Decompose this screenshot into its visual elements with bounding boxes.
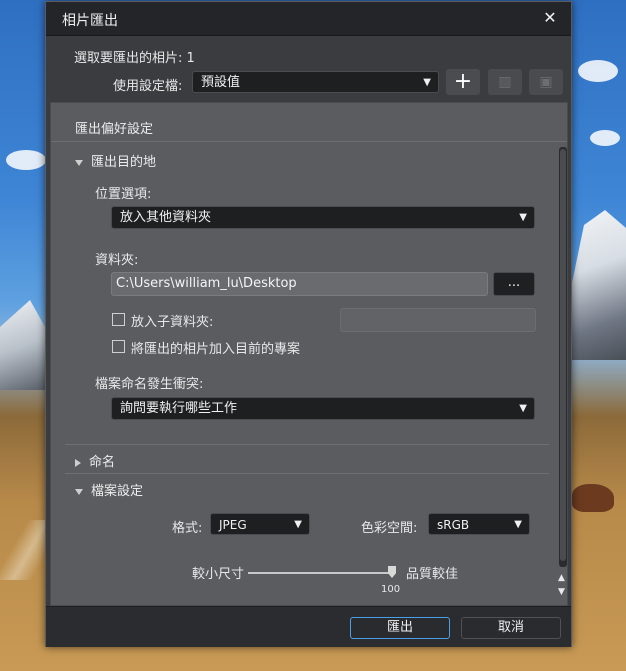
divider	[65, 473, 549, 474]
add-to-project-label: 將匯出的相片加入目前的專案	[131, 342, 301, 357]
preferences-header: 匯出偏好設定	[51, 103, 567, 142]
save-preset-button[interactable]: ▣	[529, 69, 563, 95]
add-to-project-checkbox[interactable]	[112, 340, 125, 353]
export-button[interactable]: 匯出	[350, 617, 450, 639]
scrollbar-thumb[interactable]	[560, 149, 566, 561]
close-icon[interactable]: ✕	[537, 7, 563, 29]
mountain	[0, 300, 50, 390]
preset-label: 使用設定檔:	[113, 79, 183, 94]
expand-icon	[75, 159, 83, 166]
trash-icon: ▥	[498, 74, 512, 90]
format-value: JPEG	[219, 518, 247, 532]
export-preferences-panel: 匯出偏好設定 匯出目的地 位置選項: 放入其他資料夾 ▼ 資料夾: C:\Use…	[50, 102, 568, 606]
preset-area: 選取要匯出的相片: 1 使用設定檔: 預設值 ▼ + ▥ ▣	[46, 36, 571, 100]
add-preset-button[interactable]: +	[446, 69, 480, 95]
collapse-icon	[75, 458, 81, 467]
quality-value: 100	[381, 584, 401, 595]
dialog-footer: 匯出 取消	[46, 606, 571, 647]
chevron-down-icon: ▼	[519, 403, 527, 414]
quality-better-label: 品質較佳	[406, 567, 459, 582]
quality-slider-thumb[interactable]	[388, 566, 396, 578]
location-select[interactable]: 放入其他資料夾 ▼	[111, 206, 535, 229]
browse-button[interactable]: ...	[493, 272, 535, 296]
colorspace-select[interactable]: sRGB ▼	[428, 513, 530, 535]
subfolder-label: 放入子資料夾:	[131, 315, 214, 330]
size-smaller-label: 較小尺寸	[192, 567, 245, 582]
file-settings-title: 檔案設定	[91, 484, 144, 499]
cloud	[6, 150, 46, 170]
section-destination[interactable]: 匯出目的地	[75, 151, 156, 170]
conflict-value: 詢問要執行哪些工作	[120, 401, 238, 416]
cloud	[590, 130, 620, 146]
delete-preset-button[interactable]: ▥	[488, 69, 522, 95]
folder-path-input[interactable]: C:\Users\william_lu\Desktop	[111, 272, 488, 296]
preset-select[interactable]: 預設值 ▼	[192, 71, 439, 93]
quality-slider-track[interactable]	[248, 572, 390, 574]
naming-title: 命名	[89, 455, 116, 470]
destination-title: 匯出目的地	[91, 155, 157, 170]
dialog-title: 相片匯出	[62, 13, 118, 29]
location-label: 位置選項:	[95, 187, 152, 202]
photo-export-dialog: 相片匯出 ✕ 選取要匯出的相片: 1 使用設定檔: 預設值 ▼ + ▥ ▣ 匯出…	[45, 1, 572, 647]
chevron-down-icon: ▼	[519, 212, 527, 223]
scrollbar[interactable]	[559, 147, 567, 567]
section-naming[interactable]: 命名	[75, 451, 115, 470]
conflict-label: 檔案命名發生衝突:	[95, 377, 204, 392]
location-value: 放入其他資料夾	[120, 210, 212, 225]
horse	[572, 484, 614, 512]
conflict-select[interactable]: 詢問要執行哪些工作 ▼	[111, 397, 535, 420]
title-bar: 相片匯出 ✕	[46, 2, 571, 36]
subfolder-input[interactable]	[340, 308, 536, 332]
expand-icon	[75, 488, 83, 495]
cancel-button[interactable]: 取消	[461, 617, 561, 639]
colorspace-value: sRGB	[437, 518, 470, 532]
preset-value: 預設值	[201, 75, 241, 90]
format-select[interactable]: JPEG ▼	[210, 513, 310, 535]
chevron-down-icon: ▼	[294, 519, 302, 530]
colorspace-label: 色彩空間:	[361, 521, 418, 536]
format-label: 格式:	[172, 521, 203, 536]
cloud	[578, 60, 618, 82]
folder-label: 資料夾:	[95, 253, 139, 268]
subfolder-checkbox[interactable]	[112, 313, 125, 326]
chevron-down-icon: ▼	[514, 519, 522, 530]
divider	[65, 444, 549, 445]
plus-icon: +	[453, 69, 473, 94]
save-icon: ▣	[539, 74, 553, 90]
selection-count: 選取要匯出的相片: 1	[74, 51, 195, 66]
chevron-down-icon: ▼	[423, 77, 431, 88]
preferences-title: 匯出偏好設定	[75, 122, 154, 137]
section-file-settings[interactable]: 檔案設定	[75, 480, 143, 499]
scroll-down-icon[interactable]: ▼	[558, 587, 565, 597]
scroll-up-icon[interactable]: ▲	[558, 573, 565, 583]
